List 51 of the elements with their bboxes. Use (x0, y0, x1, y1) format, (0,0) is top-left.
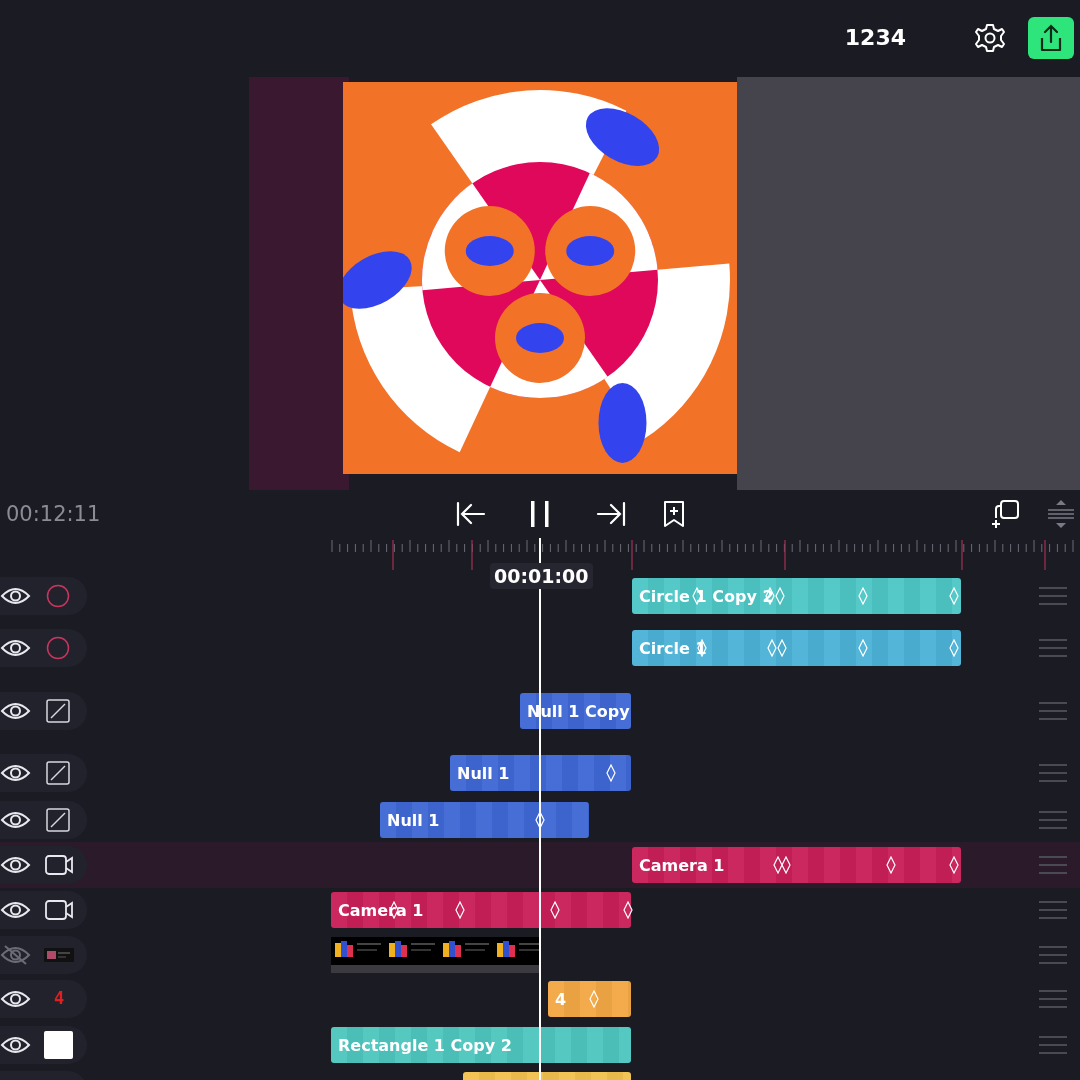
eye-icon[interactable] (0, 810, 31, 830)
add-bookmark-button[interactable] (663, 500, 685, 528)
eye-icon[interactable] (0, 855, 31, 875)
rectangle-icon (44, 1031, 73, 1059)
drag-handle-icon[interactable] (1038, 636, 1068, 660)
drag-handle-icon[interactable] (1038, 808, 1068, 832)
keyframe-icon[interactable] (623, 901, 633, 919)
drag-handle-icon[interactable] (1038, 761, 1068, 785)
eye-icon[interactable] (0, 989, 31, 1009)
timecode: 00:12:11 (6, 502, 101, 526)
export-button[interactable] (1028, 16, 1074, 59)
timeline-clip[interactable]: Null 1 (380, 802, 589, 838)
drag-handle-icon[interactable] (1038, 853, 1068, 877)
drag-handle-icon[interactable] (1038, 699, 1068, 723)
skip-to-end-button[interactable] (596, 501, 626, 527)
eye-icon[interactable] (0, 638, 31, 658)
drag-handle-icon[interactable] (1038, 898, 1068, 922)
skip-to-start-button[interactable] (456, 501, 486, 527)
drag-handle-icon[interactable] (1038, 987, 1068, 1011)
artwork-drawing[interactable] (343, 82, 737, 474)
video-camera-icon (45, 854, 73, 876)
circle-icon (46, 636, 70, 660)
text-layer-icon: 4 (52, 988, 66, 1008)
slashed-square-icon (46, 761, 70, 785)
bookmark-plus-icon (663, 500, 685, 528)
frame-counter: 1234 (844, 25, 906, 50)
skip-to-start-icon (456, 501, 486, 527)
eye-slash-icon[interactable] (0, 945, 31, 965)
eye-icon[interactable] (0, 1035, 31, 1055)
duplicate-icon (991, 499, 1021, 529)
slashed-square-icon (46, 699, 70, 723)
video-camera-icon (45, 899, 73, 921)
duplicate-button[interactable] (991, 499, 1021, 529)
skip-to-end-icon (596, 501, 626, 527)
timeline-clip[interactable]: Null 1 (450, 755, 631, 791)
resize-handle-icon (1047, 499, 1075, 529)
track-row[interactable]: Camera 1 (0, 842, 1080, 888)
pause-icon (528, 500, 552, 528)
circle-icon (46, 584, 70, 608)
eye-icon[interactable] (0, 900, 31, 920)
eye-icon[interactable] (0, 763, 31, 783)
resize-handle[interactable] (1047, 499, 1075, 529)
eye-icon[interactable] (0, 586, 31, 606)
drag-handle-icon[interactable] (1038, 1033, 1068, 1057)
pause-button[interactable] (528, 500, 552, 528)
playhead-time: 00:01:00 (490, 563, 593, 589)
settings-icon[interactable] (974, 21, 1006, 54)
slashed-square-icon (46, 808, 70, 832)
eye-icon[interactable] (0, 701, 31, 721)
drag-handle-icon[interactable] (1038, 584, 1068, 608)
drag-handle-icon[interactable] (1038, 943, 1068, 967)
